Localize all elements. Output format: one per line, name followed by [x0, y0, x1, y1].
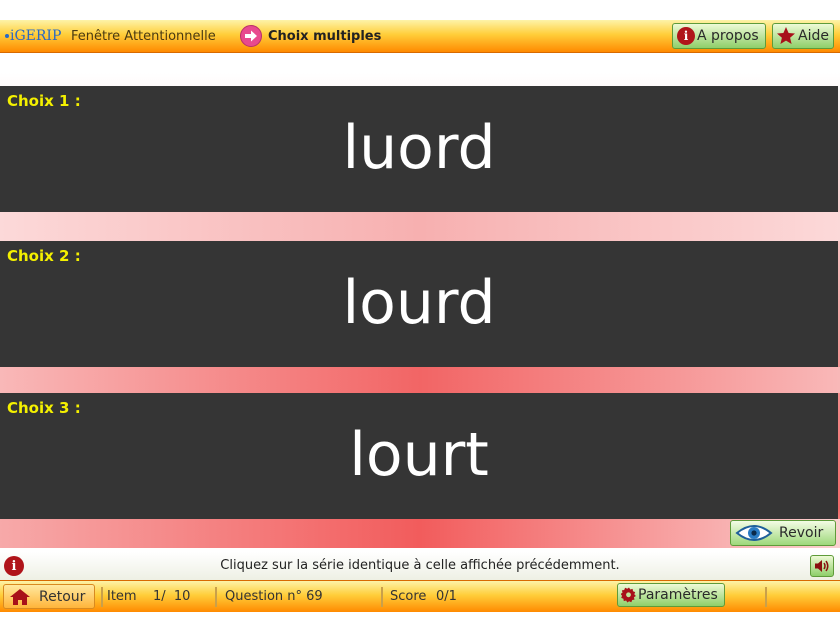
revoir-label: Revoir: [779, 525, 824, 541]
separator: [765, 587, 767, 607]
score-label: Score: [390, 589, 427, 604]
separator: [101, 587, 103, 607]
separator-stripe: [0, 367, 840, 393]
separator-stripe: [0, 212, 840, 241]
choice-word: lourd: [342, 268, 496, 338]
gear-icon: [621, 587, 637, 603]
parametres-button[interactable]: Paramètres: [617, 583, 725, 607]
choice-1[interactable]: Choix 1 : luord: [0, 86, 838, 212]
revoir-button[interactable]: Revoir: [730, 520, 836, 546]
top-bar: iGERIP Fenêtre Attentionnelle Choix mult…: [0, 20, 840, 53]
separator: [215, 587, 217, 607]
question-number: Question n° 69: [225, 589, 323, 604]
info-icon: i: [677, 27, 695, 45]
eye-icon: [735, 523, 773, 543]
aide-label: Aide: [798, 28, 829, 44]
apropos-button[interactable]: i A propos: [672, 23, 766, 49]
retour-label: Retour: [39, 588, 86, 605]
speaker-button[interactable]: [810, 555, 834, 577]
choice-word: lourt: [349, 420, 489, 490]
arrow-right-icon: [240, 25, 262, 47]
separator: [381, 587, 383, 607]
home-icon: [9, 588, 31, 606]
mode-title: Choix multiples: [268, 29, 382, 44]
star-icon: [776, 26, 796, 46]
choice-word: luord: [342, 113, 496, 183]
app-logo: iGERIP: [5, 28, 61, 44]
aide-button[interactable]: Aide: [772, 23, 834, 49]
choice-2[interactable]: Choix 2 : lourd: [0, 241, 838, 367]
instruction-text: Cliquez sur la série identique à celle a…: [220, 558, 620, 573]
app-title: Fenêtre Attentionnelle: [71, 29, 216, 44]
parametres-label: Paramètres: [638, 587, 718, 603]
choice-3[interactable]: Choix 3 : lourt: [0, 393, 838, 519]
item-value: 1/ 10: [153, 589, 191, 604]
instruction-bar: i Cliquez sur la série identique à celle…: [0, 552, 840, 580]
bottom-bar: Retour Item 1/ 10 Question n° 69 Score 0…: [0, 580, 840, 612]
score-value: 0/1: [436, 589, 457, 604]
apropos-label: A propos: [697, 28, 759, 44]
speaker-icon: [814, 559, 830, 573]
retour-button[interactable]: Retour: [3, 584, 95, 609]
separator-stripe: [0, 519, 840, 548]
item-label: Item: [107, 589, 137, 604]
